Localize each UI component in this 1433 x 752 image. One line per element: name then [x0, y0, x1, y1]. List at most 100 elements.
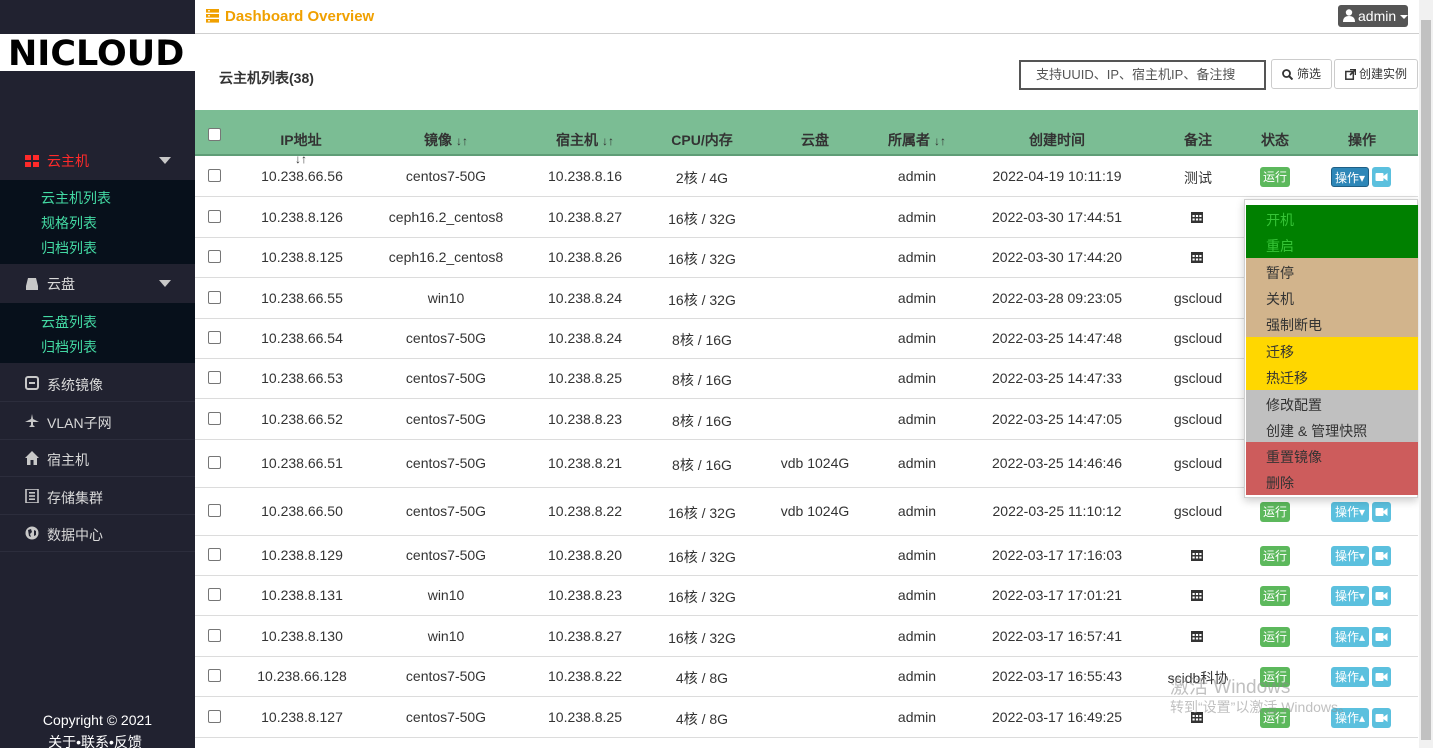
list-title: 云主机列表(38): [219, 70, 314, 86]
search-input[interactable]: 支持UUID、IP、宿主机IP、备注搜: [1019, 60, 1266, 90]
status-badge: 运行: [1260, 546, 1290, 566]
dropdown-item[interactable]: 暂停: [1266, 263, 1294, 283]
actions-button[interactable]: 操作▾: [1331, 546, 1369, 566]
sidebar-item-datacenter[interactable]: 数据中心: [0, 515, 195, 552]
cell-cpu-mem: 8核 / 16G: [672, 372, 732, 388]
actions-button[interactable]: 操作▾: [1331, 167, 1369, 187]
calendar-icon[interactable]: [1191, 251, 1203, 263]
create-instance-button[interactable]: 创建实例: [1334, 59, 1418, 89]
sidebar-item-vlan[interactable]: VLAN子网: [0, 403, 195, 440]
activation-watermark: 激活 Windows: [1170, 677, 1291, 698]
actions-button[interactable]: 操作▴: [1331, 667, 1369, 687]
dropdown-item[interactable]: 重启: [1266, 236, 1294, 256]
plane-icon: [25, 414, 39, 427]
dropdown-item[interactable]: 删除: [1266, 473, 1294, 493]
console-button[interactable]: [1372, 667, 1391, 687]
nav-group-label: 云盘: [47, 276, 75, 292]
sidebar-item-vm-archive[interactable]: 归档列表: [41, 238, 97, 258]
table-row: 10.238.66.51 centos7-50G 10.238.8.21 8核 / 1…: [195, 440, 1418, 488]
status-badge: 运行: [1260, 502, 1290, 522]
cell-created: 2022-03-17 16:49:25: [992, 708, 1122, 725]
sidebar-item-hosts[interactable]: 宿主机: [0, 440, 195, 477]
dropdown-item[interactable]: 重置镜像: [1266, 447, 1322, 467]
footer-links[interactable]: 关于•联系•反馈: [0, 732, 190, 752]
table-row: 10.238.66.53 centos7-50G 10.238.8.25 8核 / 1…: [195, 359, 1418, 399]
table-row: 10.238.66.52 centos7-50G 10.238.8.23 8核 / 1…: [195, 399, 1418, 440]
nav-group-disk[interactable]: 云盘: [0, 265, 195, 303]
calendar-icon[interactable]: [1191, 211, 1203, 223]
actions-button[interactable]: 操作▴: [1331, 626, 1369, 647]
status-badge: 运行: [1260, 586, 1290, 606]
logo[interactable]: NICLOUD: [8, 36, 184, 72]
calendar-icon[interactable]: [1191, 589, 1203, 601]
cell-created: 2022-03-30 17:44:20: [992, 249, 1122, 265]
dropdown-item[interactable]: 热迁移: [1266, 368, 1308, 388]
column-header-created: 创建时间: [1029, 132, 1085, 148]
calendar-icon[interactable]: [1191, 549, 1203, 561]
user-menu-button[interactable]: admin: [1338, 5, 1408, 27]
column-header-status: 状态: [1261, 132, 1289, 148]
table-row: 10.238.66.56 centos7-50G 10.238.8.16 2核 / 4…: [195, 157, 1418, 197]
column-header-disk: 云盘: [801, 132, 829, 148]
console-button[interactable]: [1372, 546, 1391, 566]
dropdown-item[interactable]: 修改配置: [1266, 395, 1322, 415]
dropdown-section: 迁移 热迁移: [1246, 337, 1418, 390]
actions-dropdown-menu: 开机重启暂停关机强制断电迁移热迁移修改配置创建 & 管理快照 重置镜像删除: [1244, 199, 1418, 498]
video-camera-icon: [1375, 713, 1388, 722]
cell-cpu-mem: 16核 / 32G: [668, 210, 736, 227]
video-camera-icon: [1375, 508, 1388, 516]
status-badge: 运行: [1260, 167, 1290, 187]
column-header-owner[interactable]: 所属者 ↓↑: [885, 130, 949, 150]
sidebar-item-images[interactable]: 系统镜像: [0, 365, 195, 402]
sidebar-item-vm-list[interactable]: 云主机列表: [41, 188, 111, 208]
cell-cpu-mem: 16核 / 32G: [668, 549, 736, 565]
nav-submenu-vm: 云主机列表 规格列表 归档列表: [0, 180, 195, 264]
dropdown-item[interactable]: 开机: [1266, 210, 1294, 230]
table-row: 10.238.66.55 win10 10.238.8.24 16核 / 32G adm…: [195, 278, 1418, 319]
table-row: 10.238.66.50 centos7-50G 10.238.8.22 16核 / …: [195, 488, 1418, 536]
console-button[interactable]: [1372, 586, 1391, 606]
filter-label: 筛选: [1297, 67, 1322, 81]
user-name: admin: [1358, 8, 1397, 24]
column-header-note: 备注: [1184, 132, 1212, 148]
nav-group-label: 云主机: [47, 153, 89, 169]
console-button[interactable]: [1372, 502, 1391, 522]
select-all-checkbox[interactable]: [208, 128, 221, 141]
video-camera-icon: [1375, 673, 1388, 681]
video-camera-icon: [1375, 592, 1388, 600]
console-button[interactable]: [1372, 626, 1391, 647]
actions-button[interactable]: 操作▾: [1331, 502, 1369, 522]
column-header-host[interactable]: 宿主机 ↓↑: [553, 130, 617, 150]
sidebar-item-label: 存储集群: [47, 490, 103, 506]
console-button[interactable]: [1372, 167, 1391, 187]
filter-button[interactable]: 筛选: [1271, 59, 1332, 89]
calendar-icon[interactable]: [1191, 630, 1203, 642]
console-button[interactable]: [1372, 707, 1391, 728]
grid-icon: [25, 155, 39, 167]
top-bar: Dashboard Overview admin: [195, 0, 1433, 34]
sidebar-item-storage[interactable]: 存储集群: [0, 478, 195, 515]
user-icon: [1343, 9, 1355, 22]
sidebar-item-flavor-list[interactable]: 规格列表: [41, 213, 97, 233]
caret-down-icon: [159, 280, 171, 287]
status-badge: 运行: [1260, 626, 1290, 647]
dropdown-item[interactable]: 强制断电: [1266, 315, 1322, 335]
cell-created: 2022-03-30 17:44:51: [992, 208, 1122, 225]
scrollbar-thumb[interactable]: [1421, 20, 1431, 740]
video-camera-icon: [1375, 632, 1388, 641]
disc-icon: [25, 376, 39, 390]
column-header-actions: 操作: [1348, 132, 1376, 148]
caret-down-icon: [159, 157, 171, 164]
dropdown-item[interactable]: 迁移: [1266, 342, 1294, 362]
dashboard-icon: [206, 9, 219, 23]
dropdown-item[interactable]: 创建 & 管理快照: [1266, 421, 1367, 441]
sidebar-item-disk-list[interactable]: 云盘列表: [41, 312, 97, 332]
sidebar: NICLOUD 云主机 云主机列表 规格列表 归档列表 云盘 云盘列表 归档列表…: [0, 0, 195, 750]
actions-button[interactable]: 操作▾: [1331, 586, 1369, 606]
dropdown-item[interactable]: 关机: [1266, 289, 1294, 309]
external-link-icon: [1345, 69, 1356, 80]
sidebar-item-disk-archive[interactable]: 归档列表: [41, 337, 97, 357]
column-header-image[interactable]: 镜像 ↓↑: [421, 130, 471, 150]
nav-group-vm[interactable]: 云主机: [0, 142, 195, 180]
cell-cpu-mem: 4核 / 8G: [675, 670, 729, 686]
